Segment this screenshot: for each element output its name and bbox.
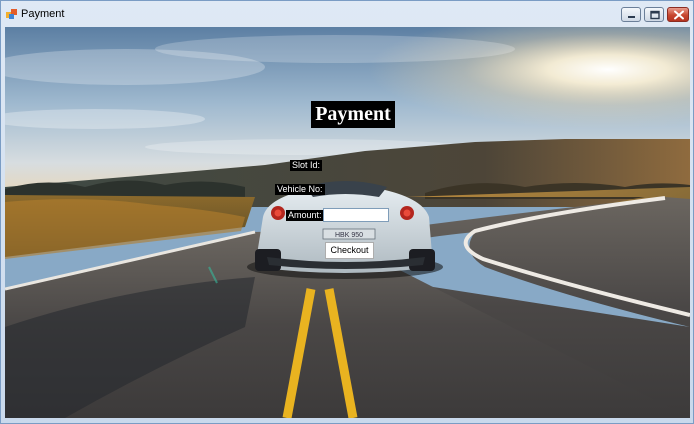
client-area: HBK 950 Payment Slot Id: Vehicle No: Amo… [5,27,690,418]
amount-input[interactable] [323,208,389,222]
maximize-icon [650,10,660,20]
background-image: HBK 950 [5,27,690,418]
amount-label: Amount: [286,210,324,221]
maximize-button[interactable] [644,7,664,22]
slot-id-label: Slot Id: [290,160,323,171]
close-button[interactable] [667,7,689,22]
close-icon [674,10,684,20]
title-bar[interactable]: Payment [1,1,693,27]
checkout-button[interactable]: Checkout [325,242,374,259]
vehicle-no-label: Vehicle No: [275,184,325,195]
minimize-icon [628,16,635,18]
minimize-button[interactable] [621,7,641,22]
window-title: Payment [21,8,65,20]
page-title: Payment [311,101,395,128]
license-plate: HBK 950 [335,232,363,239]
payment-window: Payment HBK 950 Payment Slot Id: Vehicle… [0,0,694,424]
app-icon [6,9,17,19]
